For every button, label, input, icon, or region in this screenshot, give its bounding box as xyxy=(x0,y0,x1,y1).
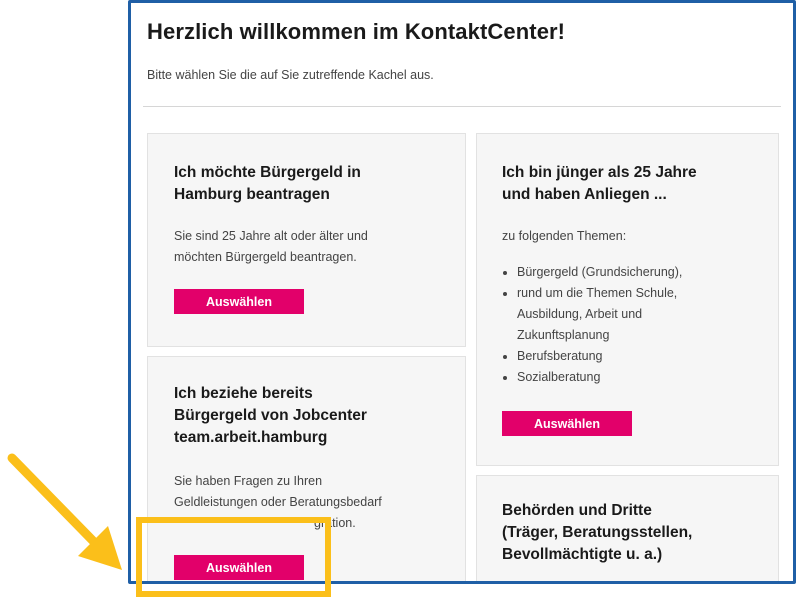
tile-text: Sie sind 25 Jahre alt oder älter und möc… xyxy=(174,226,368,268)
auswaehlen-button[interactable]: Auswählen xyxy=(502,411,632,436)
list-item: Bürgergeld (Grundsicherung), xyxy=(517,262,682,283)
tile-title: Ich bin jünger als 25 Jahre und haben An… xyxy=(502,162,697,206)
tile-title-line: Behörden und Dritte xyxy=(502,502,652,519)
tile-title-line: und haben Anliegen ... xyxy=(502,186,667,203)
tile-intro: zu folgenden Themen: xyxy=(502,229,627,243)
tile-title-line: Ich möchte Bürgergeld in xyxy=(174,164,361,181)
tile-text-line: Geldleistungen oder Beratungsbedarf xyxy=(174,495,382,509)
tile-title-line: Hamburg beantragen xyxy=(174,186,330,203)
tile-unter-25: Ich bin jünger als 25 Jahre und haben An… xyxy=(476,133,779,466)
tile-title-line: team.arbeit.hamburg xyxy=(174,429,328,446)
tile-text-line: Sie sind 25 Jahre alt oder älter und xyxy=(174,229,368,243)
arrow-down-right-icon xyxy=(7,453,122,570)
list-item: rund um die Themen Schule, xyxy=(517,283,682,304)
list-item: Zukunftsplanung xyxy=(517,328,610,342)
tile-title: Ich möchte Bürgergeld in Hamburg beantra… xyxy=(174,162,361,206)
divider xyxy=(143,106,781,107)
tile-behoerden-dritte: Behörden und Dritte (Träger, Beratungsst… xyxy=(476,475,779,581)
topic-list: Bürgergeld (Grundsicherung), rund um die… xyxy=(502,262,682,388)
tile-title: Ich beziehe bereits Bürgergeld von Jobce… xyxy=(174,383,367,449)
tile-title-line: Bürgergeld von Jobcenter xyxy=(174,407,367,424)
list-item: Berufsberatung xyxy=(517,346,682,367)
tile-buergergeld-beantragen: Ich möchte Bürgergeld in Hamburg beantra… xyxy=(147,133,466,347)
highlight-box xyxy=(136,517,331,597)
page-title: Herzlich willkommen im KontaktCenter! xyxy=(147,19,566,44)
kontaktcenter-page: Herzlich willkommen im KontaktCenter! Bi… xyxy=(128,0,796,584)
tile-text-line: möchten Bürgergeld beantragen. xyxy=(174,250,357,264)
tile-title-line: Ich beziehe bereits xyxy=(174,385,313,402)
auswaehlen-button[interactable]: Auswählen xyxy=(174,289,304,314)
tile-title: Behörden und Dritte (Träger, Beratungsst… xyxy=(502,500,692,566)
page-subtitle: Bitte wählen Sie die auf Sie zutreffende… xyxy=(147,68,434,82)
tile-title-line: Bevollmächtigte u. a.) xyxy=(502,546,663,563)
tile-title-line: Ich bin jünger als 25 Jahre xyxy=(502,164,697,181)
list-item: Ausbildung, Arbeit und xyxy=(517,307,643,321)
tile-text-line: Sie haben Fragen zu Ihren xyxy=(174,474,323,488)
tile-title-line: (Träger, Beratungsstellen, xyxy=(502,524,693,541)
list-item: Sozialberatung xyxy=(517,367,682,388)
